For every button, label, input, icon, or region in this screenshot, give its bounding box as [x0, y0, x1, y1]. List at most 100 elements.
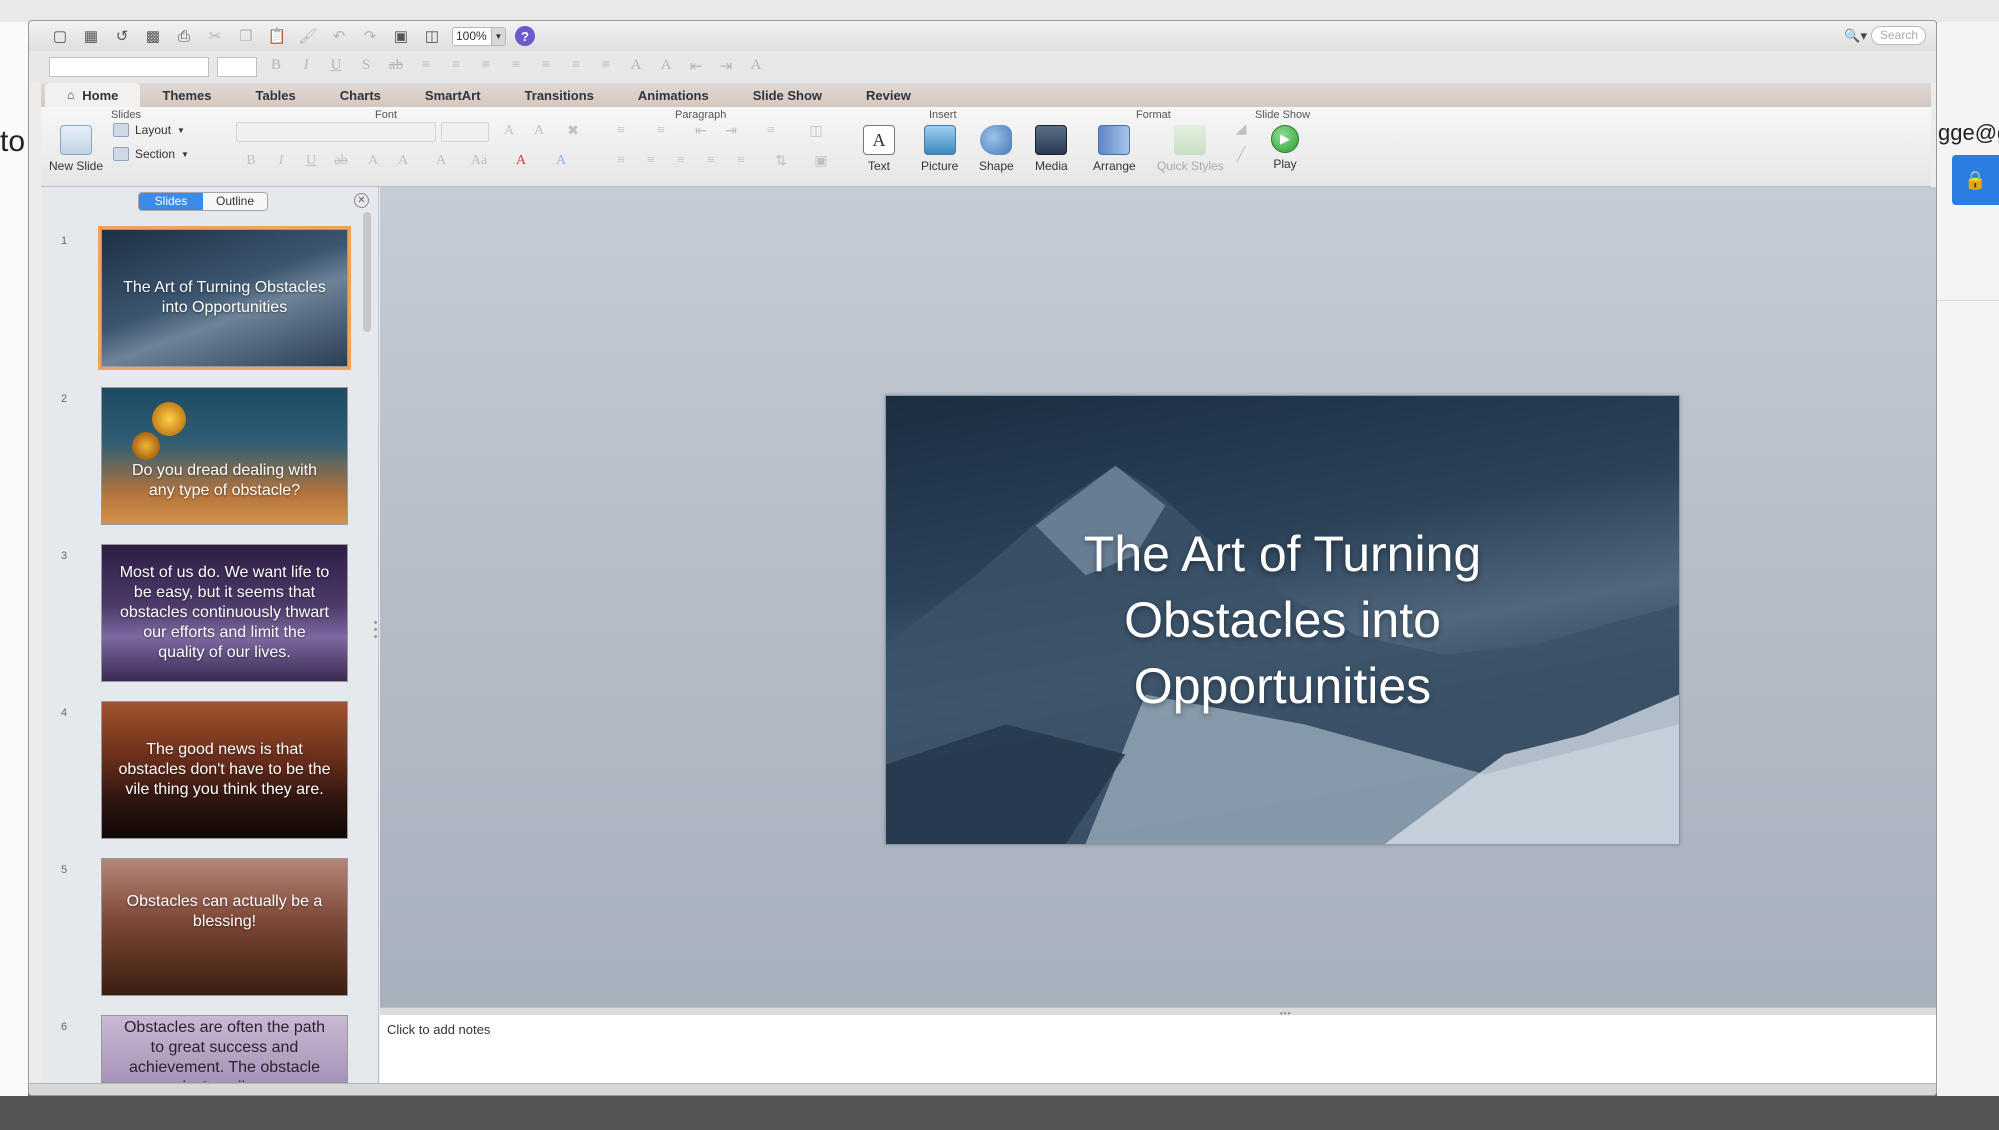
tab-tables[interactable]: Tables: [234, 83, 318, 107]
ribbon-spacing-icon[interactable]: A: [431, 153, 451, 171]
copy-icon[interactable]: ❐: [235, 26, 257, 46]
save-icon[interactable]: ▩: [142, 26, 164, 46]
outline-tab[interactable]: Outline: [203, 193, 267, 210]
ribbon-shrink-font-icon[interactable]: A: [529, 123, 549, 141]
ribbon-align-left-icon[interactable]: ≡: [611, 153, 631, 171]
notes-pane[interactable]: Click to add notes: [380, 1015, 1936, 1083]
increase-indent-icon[interactable]: ⇥: [715, 57, 737, 77]
current-slide[interactable]: The Art of Turning Obstacles into Opport…: [885, 395, 1680, 845]
ribbon-columns-icon[interactable]: ◫: [806, 123, 826, 141]
slide-thumbnail[interactable]: Do you dread dealing with any type of ob…: [101, 387, 348, 525]
grow-font-icon[interactable]: A: [625, 57, 647, 77]
slide-thumbnail[interactable]: Obstacles can actually be a blessing!: [101, 858, 348, 996]
format-painter-icon[interactable]: 🖌: [297, 26, 319, 46]
notes-placeholder[interactable]: Click to add notes: [387, 1022, 490, 1037]
insert-text-button[interactable]: A Text: [863, 125, 895, 173]
ribbon-strike-icon[interactable]: ab: [331, 153, 351, 171]
slide-canvas[interactable]: The Art of Turning Obstacles into Opport…: [380, 187, 1936, 1007]
underline-icon[interactable]: U: [325, 57, 347, 77]
slide-thumbnail[interactable]: The Art of Turning Obstacles into Opport…: [98, 226, 351, 370]
shape-fill-icon[interactable]: ◢: [1231, 121, 1251, 139]
tab-animations[interactable]: Animations: [616, 83, 731, 107]
outdent-icon[interactable]: ≡: [595, 57, 617, 77]
redo-icon[interactable]: ↷: [359, 26, 381, 46]
gallery-icon[interactable]: ▣: [390, 26, 412, 46]
quick-styles-button[interactable]: Quick Styles: [1157, 125, 1224, 173]
undo-icon[interactable]: ↶: [328, 26, 350, 46]
shrink-font-icon[interactable]: A: [655, 57, 677, 77]
ribbon-italic-icon[interactable]: I: [271, 153, 291, 171]
slideshow-icon[interactable]: ◫: [421, 26, 443, 46]
strikethrough-icon[interactable]: ab: [385, 57, 407, 77]
insert-shape-button[interactable]: Shape: [979, 125, 1014, 173]
font-size-box[interactable]: [217, 57, 257, 77]
ribbon-align-text-icon[interactable]: ▣: [811, 153, 831, 171]
layout-button[interactable]: Layout ▼: [113, 123, 185, 137]
tab-charts[interactable]: Charts: [318, 83, 403, 107]
cut-icon[interactable]: ✂: [204, 26, 226, 46]
ribbon-align-center-icon[interactable]: ≡: [641, 153, 661, 171]
print-icon[interactable]: ⎙: [173, 26, 195, 46]
ribbon-font-size[interactable]: [441, 122, 489, 142]
slide-title-placeholder[interactable]: The Art of Turning Obstacles into Opport…: [886, 396, 1679, 844]
search-icon[interactable]: 🔍▾: [1844, 28, 1867, 44]
templates-icon[interactable]: ▦: [80, 26, 102, 46]
help-icon[interactable]: ?: [515, 26, 535, 46]
zoom-select[interactable]: 100% ▼: [452, 26, 506, 46]
ribbon-text-direction-icon[interactable]: ⇅: [771, 153, 791, 171]
ribbon-line-spacing-icon[interactable]: ≡: [761, 123, 781, 141]
ribbon-outdent-icon[interactable]: ⇤: [691, 123, 711, 141]
new-icon[interactable]: ▢: [49, 26, 71, 46]
tab-transitions[interactable]: Transitions: [503, 83, 616, 107]
slide-thumbnail[interactable]: Most of us do. We want life to be easy, …: [101, 544, 348, 682]
ribbon-subscript-icon[interactable]: A: [393, 153, 413, 171]
ribbon-distribute-icon[interactable]: ≡: [731, 153, 751, 171]
ribbon-font-color-icon[interactable]: A: [511, 153, 531, 171]
indent-icon[interactable]: ≡: [565, 57, 587, 77]
ribbon-font-name[interactable]: [236, 122, 436, 142]
slide-thumbnail[interactable]: Obstacles are often the path to great su…: [101, 1015, 348, 1083]
tab-slide-show[interactable]: Slide Show: [731, 83, 844, 107]
slide-title[interactable]: The Art of Turning Obstacles into Opport…: [1084, 521, 1481, 719]
zoom-arrow-icon[interactable]: ▼: [491, 27, 505, 45]
shape-line-icon[interactable]: ╱: [1231, 147, 1251, 165]
tab-smartart[interactable]: SmartArt: [403, 83, 503, 107]
decrease-indent-icon[interactable]: ⇤: [685, 57, 707, 77]
ribbon-superscript-icon[interactable]: A: [363, 153, 383, 171]
align-right-icon[interactable]: ≡: [475, 57, 497, 77]
italic-icon[interactable]: I: [295, 57, 317, 77]
play-button[interactable]: ▶ Play: [1271, 125, 1299, 171]
insert-media-button[interactable]: Media: [1035, 125, 1068, 173]
ribbon-underline-icon[interactable]: U: [301, 153, 321, 171]
lock-icon[interactable]: 🔒: [1952, 155, 1999, 205]
ribbon-indent-icon[interactable]: ⇥: [721, 123, 741, 141]
ribbon-align-right-icon[interactable]: ≡: [671, 153, 691, 171]
open-icon[interactable]: ↺: [111, 26, 133, 46]
ribbon-clear-format-icon[interactable]: ✖: [563, 123, 583, 141]
close-pane-icon[interactable]: ✕: [354, 193, 369, 208]
pane-scrollbar[interactable]: [363, 212, 371, 332]
ribbon-numbering-icon[interactable]: ≡: [651, 123, 671, 141]
bold-icon[interactable]: B: [265, 57, 287, 77]
bullets-icon[interactable]: ≡: [505, 57, 527, 77]
font-color-icon[interactable]: A: [745, 57, 767, 77]
search-field[interactable]: 🔍▾ Search: [1844, 26, 1926, 45]
paste-icon[interactable]: 📋: [266, 26, 288, 46]
section-button[interactable]: Section ▼: [113, 147, 189, 161]
shadow-icon[interactable]: S: [355, 57, 377, 77]
ribbon-grow-font-icon[interactable]: A: [499, 123, 519, 141]
search-input[interactable]: Search: [1871, 26, 1926, 45]
slide-thumbnail[interactable]: The good news is that obstacles don't ha…: [101, 701, 348, 839]
ribbon-bullets-icon[interactable]: ≡: [611, 123, 631, 141]
numbering-icon[interactable]: ≡: [535, 57, 557, 77]
notes-splitter[interactable]: •••: [380, 1007, 1936, 1018]
slides-tab[interactable]: Slides: [139, 193, 203, 210]
tab-home[interactable]: ⌂ Home: [45, 83, 141, 107]
font-name-box[interactable]: [49, 57, 209, 77]
ribbon-bold-icon[interactable]: B: [241, 153, 261, 171]
align-center-icon[interactable]: ≡: [445, 57, 467, 77]
ribbon-justify-icon[interactable]: ≡: [701, 153, 721, 171]
ribbon-text-effects-icon[interactable]: A: [551, 153, 571, 171]
tab-themes[interactable]: Themes: [140, 83, 233, 107]
insert-picture-button[interactable]: Picture: [921, 125, 958, 173]
